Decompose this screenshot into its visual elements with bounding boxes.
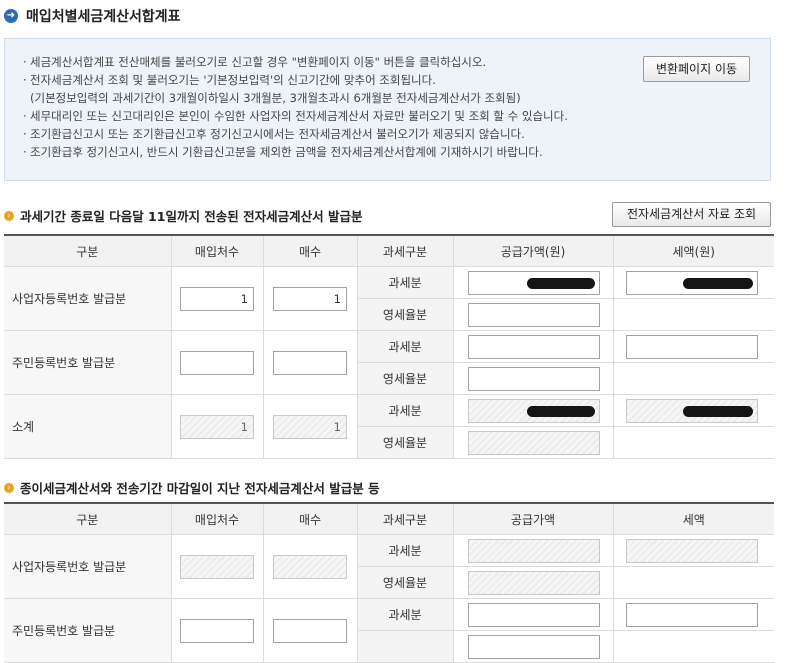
tax-amount-input[interactable] — [625, 270, 758, 295]
zero-rate-amount-field — [467, 570, 600, 595]
tax-amount-input[interactable] — [625, 602, 758, 627]
chevron-right-circle-icon: › — [4, 210, 14, 221]
subtotal-supplier-count: 1 — [180, 414, 254, 439]
tax-type-label: 영세율분 — [357, 362, 454, 395]
row-label: 주민등록번호 발급분 — [4, 330, 172, 395]
tax-amount-field — [625, 538, 758, 563]
supplier-count-input[interactable] — [180, 618, 254, 643]
table-row: 주민등록번호 발급분 과세분 — [4, 598, 774, 663]
supply-amount-field — [467, 538, 600, 563]
subtotal-tax-amount — [625, 398, 758, 423]
table-header-row: 구분 매입처수 매수 과세구분 공급가액(원) 세액(원) — [4, 235, 774, 267]
col-header: 구분 — [4, 235, 171, 267]
redacted-mask — [526, 405, 595, 417]
col-header: 매입처수 — [170, 235, 263, 267]
zero-rate-amount-input[interactable] — [467, 302, 600, 327]
row-label: 사업자등록번호 발급분 — [4, 266, 172, 331]
row-label: 주민등록번호 발급분 — [4, 598, 172, 663]
col-header: 세액 — [612, 503, 774, 535]
row-label: 소계 — [4, 394, 172, 459]
redacted-mask — [682, 405, 753, 417]
table-row: 주민등록번호 발급분 과세분 — [4, 330, 774, 395]
redacted-mask — [526, 277, 595, 289]
subtotal-sheet-count: 1 — [273, 414, 347, 439]
section1-header: › 과세기간 종료일 다음달 11일까지 전송된 전자세금계산서 발급분 — [4, 206, 363, 225]
col-header: 매입처수 — [170, 503, 263, 535]
redacted-mask — [682, 277, 753, 289]
col-header: 과세구분 — [356, 235, 453, 267]
table-row: 소계 1 1 과세분 — [4, 394, 774, 459]
section2-table: 구분 매입처수 매수 과세구분 공급가액 세액 사업자등록번호 발급분 과세분 … — [4, 502, 774, 663]
convert-page-button[interactable]: 변환페이지 이동 — [643, 56, 750, 82]
arrow-right-circle-icon: ➜ — [4, 9, 18, 23]
col-header: 매수 — [262, 503, 357, 535]
tax-type-label: 과세분 — [357, 598, 454, 631]
table-row: 사업자등록번호 발급분 1 1 과세분 — [4, 266, 774, 331]
col-header: 과세구분 — [356, 503, 453, 535]
section1-title: 과세기간 종료일 다음달 11일까지 전송된 전자세금계산서 발급분 — [20, 209, 363, 224]
sheet-count-input[interactable] — [273, 350, 347, 375]
page-header: ➜ 매입처별세금계산서합계표 — [4, 6, 181, 26]
supplier-count-input[interactable]: 1 — [180, 286, 254, 311]
col-header: 매수 — [262, 235, 357, 267]
tax-type-label: 영세율분 — [357, 426, 454, 459]
supplier-count-field — [180, 554, 254, 579]
tax-type-label: 영세율분 — [357, 298, 454, 331]
section2-title: 종이세금계산서와 전송기간 마감일이 지난 전자세금계산서 발급분 등 — [20, 481, 380, 496]
sheet-count-field — [273, 554, 347, 579]
supplier-count-input[interactable] — [180, 350, 254, 375]
col-header: 구분 — [4, 503, 171, 535]
page-title: 매입처별세금계산서합계표 — [26, 9, 181, 25]
chevron-right-circle-icon: › — [4, 482, 14, 493]
tax-type-label: 영세율분 — [357, 566, 454, 599]
tax-type-label: 과세분 — [357, 394, 454, 427]
notice-line: · 세무대리인 또는 신고대리인은 본인이 수임한 사업자의 전자세금계산서 자료… — [23, 109, 568, 123]
notice-line: · 조기환급후 정기신고시, 반드시 기환급신고분을 제외한 금액을 전자세금계산… — [23, 145, 543, 159]
row-label: 사업자등록번호 발급분 — [4, 534, 172, 599]
subtotal-zero-rate-amount — [467, 430, 600, 455]
col-header: 세액(원) — [612, 235, 774, 267]
sheet-count-input[interactable]: 1 — [273, 286, 347, 311]
zero-rate-amount-input[interactable] — [467, 366, 600, 391]
sheet-count-input[interactable] — [273, 618, 347, 643]
supply-amount-input[interactable] — [467, 270, 600, 295]
section1-table: 구분 매입처수 매수 과세구분 공급가액(원) 세액(원) 사업자등록번호 발급… — [4, 234, 774, 459]
tax-amount-input[interactable] — [625, 334, 758, 359]
supply-amount-input[interactable] — [467, 602, 600, 627]
table-row: 사업자등록번호 발급분 과세분 — [4, 534, 774, 599]
notice-line: · 조기환급신고시 또는 조기환급신고후 정기신고시에서는 전자세금계산서 불러오… — [23, 127, 525, 141]
tax-type-label: 과세분 — [357, 330, 454, 363]
notice-line: (기본정보입력의 과세기간이 3개월이하일시 3개월분, 3개월초과시 6개월분… — [30, 91, 521, 105]
section2-header: › 종이세금계산서와 전송기간 마감일이 지난 전자세금계산서 발급분 등 — [4, 478, 380, 497]
e-tax-invoice-query-button[interactable]: 전자세금계산서 자료 조회 — [612, 202, 771, 227]
tax-type-label: 과세분 — [357, 534, 454, 567]
col-header: 공급가액 — [452, 503, 613, 535]
supply-amount-input[interactable] — [467, 334, 600, 359]
col-header: 공급가액(원) — [452, 235, 613, 267]
table-header-row: 구분 매입처수 매수 과세구분 공급가액 세액 — [4, 503, 774, 535]
zero-rate-amount-input[interactable] — [467, 634, 600, 659]
tax-type-label: 과세분 — [357, 266, 454, 299]
subtotal-supply-amount — [467, 398, 600, 423]
